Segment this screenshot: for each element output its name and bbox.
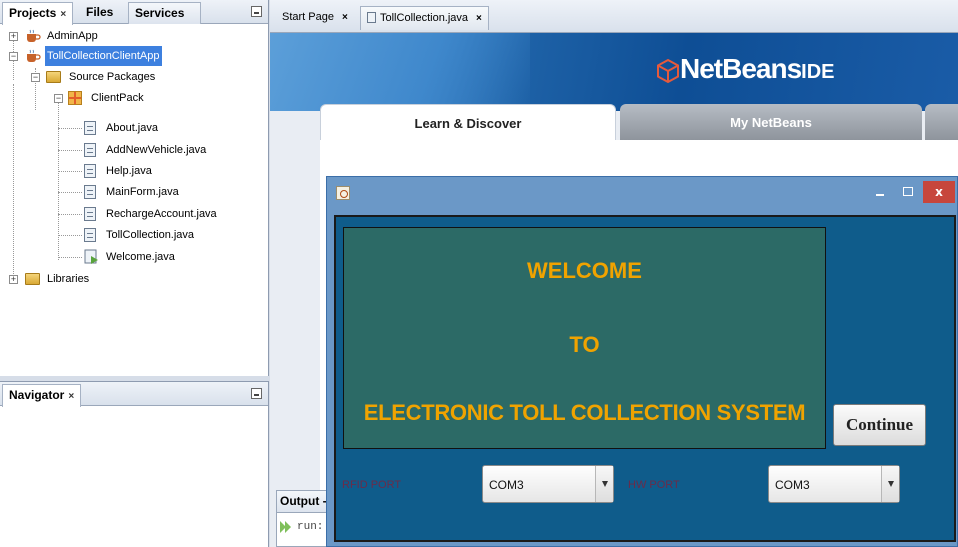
chevron-down-icon[interactable]: [881, 466, 899, 502]
tab-tollcollection-label: TollCollection.java: [380, 12, 469, 24]
tree-node-label: RechargeAccount.java: [106, 208, 217, 220]
toll-app-window: x WELCOME TO ELECTRONIC TOLL COLLECTION …: [326, 176, 958, 547]
collapse-icon[interactable]: −: [54, 94, 63, 103]
hw-port-value: COM3: [775, 478, 810, 492]
java-project-icon: [27, 29, 41, 42]
rfid-port-label: RFID PORT: [342, 479, 402, 491]
java-app-icon: [336, 186, 350, 200]
tree-node-file[interactable]: MainForm.java: [84, 182, 264, 202]
java-file-icon: [84, 185, 96, 199]
tab-projects[interactable]: Projects ×: [2, 2, 74, 25]
tree-node-label: About.java: [106, 122, 158, 134]
folder-icon: [46, 71, 61, 83]
tab-projects-label: Projects: [9, 6, 57, 20]
java-file-icon: [367, 12, 376, 23]
tree-node-libraries[interactable]: + Libraries: [9, 269, 209, 289]
tree-node-label: Libraries: [47, 273, 90, 285]
tab-navigator[interactable]: Navigator ×: [2, 384, 82, 407]
close-button[interactable]: x: [923, 181, 955, 203]
expand-icon[interactable]: +: [9, 275, 18, 284]
tab-services-label: Services: [135, 6, 185, 20]
java-project-icon: [27, 49, 41, 62]
continue-button[interactable]: Continue: [833, 404, 926, 446]
tree-node-file[interactable]: Help.java: [84, 161, 264, 181]
rerun-icon[interactable]: [279, 520, 293, 534]
banner-stripe: [270, 33, 530, 111]
library-folder-icon: [25, 273, 40, 285]
chevron-down-icon[interactable]: [595, 466, 613, 502]
tree-node-label: Help.java: [106, 165, 152, 177]
tab-learn-discover[interactable]: Learn & Discover: [320, 104, 616, 140]
tree-node-label: Welcome.java: [106, 251, 175, 263]
rfid-port-value: COM3: [489, 478, 524, 492]
netbeans-banner: NetBeansIDE: [270, 33, 958, 111]
collapse-icon[interactable]: −: [9, 52, 18, 61]
tree-node-client-app[interactable]: − TollCollectionClientApp: [9, 46, 229, 66]
projects-tabbar: Projects × Files Services: [0, 0, 268, 25]
collapse-icon[interactable]: −: [31, 73, 40, 82]
tab-tollcollection[interactable]: TollCollection.java ×: [360, 6, 489, 30]
maximize-button[interactable]: [895, 181, 921, 203]
tree-node-file[interactable]: Welcome.java: [84, 247, 264, 267]
java-file-icon: [84, 207, 96, 221]
java-file-icon: [84, 228, 96, 242]
expand-icon[interactable]: +: [9, 32, 18, 41]
tree-node-label: AddNewVehicle.java: [106, 144, 207, 156]
close-icon[interactable]: ×: [68, 391, 74, 402]
java-main-file-icon: [84, 249, 98, 264]
hw-port-select[interactable]: COM3: [768, 465, 900, 503]
tab-overflow[interactable]: [925, 104, 958, 140]
output-text: run:: [297, 521, 324, 533]
minimize-icon[interactable]: [251, 388, 262, 399]
tab-services[interactable]: Services: [128, 2, 201, 24]
window-content: WELCOME TO ELECTRONIC TOLL COLLECTION SY…: [334, 215, 956, 542]
welcome-to-text: TO: [569, 332, 600, 357]
tree-node-source-packages[interactable]: − Source Packages: [31, 67, 231, 87]
netbeans-logo: NetBeansIDE: [680, 53, 835, 85]
tree-node-label: ClientPack: [91, 92, 144, 104]
tab-navigator-label: Navigator: [9, 388, 65, 402]
minimize-button[interactable]: [867, 181, 893, 203]
editor-tabbar: Start Page × TollCollection.java ×: [270, 0, 958, 33]
window-titlebar[interactable]: x: [327, 177, 957, 209]
logo-main: NetBeans: [680, 53, 802, 84]
close-icon[interactable]: ×: [342, 12, 348, 23]
tree-node-label: AdminApp: [47, 30, 98, 42]
close-icon[interactable]: ×: [60, 9, 66, 20]
welcome-panel: WELCOME TO ELECTRONIC TOLL COLLECTION SY…: [343, 227, 826, 449]
tab-start-page[interactable]: Start Page ×: [276, 6, 354, 30]
tab-files-label: Files: [86, 5, 114, 19]
tree-node-file[interactable]: TollCollection.java: [84, 225, 264, 245]
java-file-icon: [84, 121, 96, 135]
tree-node-file[interactable]: AddNewVehicle.java: [84, 140, 264, 160]
tree-node-adminapp[interactable]: + AdminApp: [9, 26, 209, 46]
tree-node-file[interactable]: About.java: [84, 118, 264, 138]
netbeans-cube-icon: [657, 58, 679, 84]
navigator-panel: Navigator ×: [0, 381, 269, 547]
navigator-tabbar: Navigator ×: [0, 382, 268, 407]
java-file-icon: [84, 164, 96, 178]
minimize-icon[interactable]: [251, 6, 262, 17]
projects-panel: Projects × Files Services + AdminApp − T…: [0, 0, 269, 376]
tree-node-clientpack[interactable]: − ClientPack: [54, 88, 254, 108]
logo-suffix: IDE: [801, 61, 835, 83]
tree-node-label: TollCollection.java: [106, 229, 195, 241]
system-title: ELECTRONIC TOLL COLLECTION SYSTEM: [363, 400, 806, 425]
hw-port-label: HW PORT: [628, 479, 680, 491]
java-file-icon: [84, 143, 96, 157]
tab-my-netbeans[interactable]: My NetBeans: [620, 104, 922, 140]
welcome-heading: WELCOME: [527, 258, 642, 283]
tree-node-label: Source Packages: [69, 71, 156, 83]
tab-files[interactable]: Files: [80, 2, 119, 24]
tree-node-label: TollCollectionClientApp: [45, 46, 162, 66]
tree-node-label: MainForm.java: [106, 186, 179, 198]
tab-start-page-label: Start Page: [282, 11, 334, 23]
package-icon: [68, 91, 82, 105]
rfid-port-select[interactable]: COM3: [482, 465, 614, 503]
tree-node-file[interactable]: RechargeAccount.java: [84, 204, 264, 224]
close-icon[interactable]: ×: [476, 13, 482, 24]
